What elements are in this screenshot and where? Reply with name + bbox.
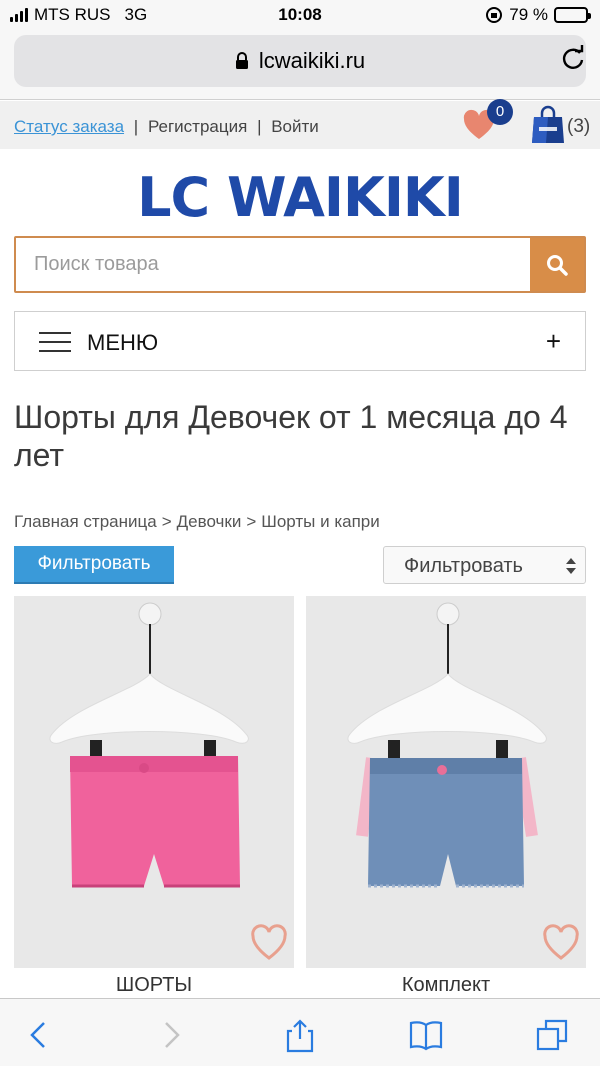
wishlist-count-badge: 0 — [487, 99, 513, 125]
url-text: lcwaikiki.ru — [258, 48, 366, 73]
product-name[interactable]: Комплект — [306, 974, 586, 997]
product-card[interactable] — [306, 596, 586, 968]
status-bar: MTS RUS 3G 10:08 79 % — [0, 0, 600, 30]
product-name[interactable]: ШОРТЫ — [14, 974, 294, 997]
login-link[interactable]: Войти — [271, 117, 319, 136]
breadcrumb-separator: > — [246, 512, 257, 531]
account-links: Статус заказа | Регистрация | Войти — [14, 117, 319, 137]
register-link[interactable]: Регистрация — [148, 117, 247, 136]
order-status-link[interactable]: Статус заказа — [14, 117, 124, 136]
address-bar[interactable]: lcwaikiki.ru — [14, 35, 586, 87]
hamburger-icon — [39, 332, 71, 352]
breadcrumb-home[interactable]: Главная страница — [14, 512, 157, 531]
search-icon — [547, 254, 568, 276]
add-to-wishlist-heart-icon[interactable] — [250, 924, 288, 962]
link-separator: | — [133, 117, 139, 136]
tabs-icon[interactable] — [534, 1017, 570, 1053]
breadcrumb-girls[interactable]: Девочки — [177, 512, 242, 531]
back-icon[interactable] — [22, 1017, 58, 1053]
brand-logo[interactable]: LC WAIKIKI — [0, 166, 600, 229]
product-image[interactable] — [306, 596, 586, 968]
breadcrumb-separator: > — [161, 512, 172, 531]
bookmarks-icon[interactable] — [408, 1017, 444, 1053]
reload-icon[interactable] — [558, 44, 588, 74]
battery-icon — [554, 7, 591, 23]
screen: MTS RUS 3G 10:08 79 % lcwaikiki.ru Стату… — [0, 0, 600, 1066]
breadcrumb-current[interactable]: Шорты и капри — [261, 512, 380, 531]
plus-icon: + — [545, 326, 561, 356]
sort-select[interactable]: Фильтровать — [383, 546, 586, 584]
browser-toolbar — [0, 998, 600, 1066]
search-button[interactable] — [530, 238, 584, 291]
product-image[interactable] — [14, 596, 294, 968]
share-icon[interactable] — [282, 1017, 318, 1053]
battery-percent: 79 % — [509, 5, 548, 24]
filter-button[interactable]: Фильтровать — [14, 546, 174, 584]
select-arrows-icon — [566, 558, 576, 574]
logo-text: LC WAIKIKI — [137, 166, 464, 229]
status-right: 79 % — [485, 5, 591, 25]
product-card[interactable] — [14, 596, 294, 968]
breadcrumb: Главная страница > Девочки > Шорты и капри — [14, 512, 380, 532]
forward-icon[interactable] — [152, 1017, 188, 1053]
shopping-bag-icon[interactable] — [530, 105, 566, 145]
browser-address-area: lcwaikiki.ru — [0, 30, 600, 100]
search-box — [14, 236, 586, 293]
add-to-wishlist-heart-icon[interactable] — [542, 924, 580, 962]
page-title: Шорты для Девочек от 1 месяца до 4 лет — [14, 399, 568, 473]
lock-icon — [235, 52, 248, 69]
cart-count: (3) — [567, 116, 591, 137]
link-separator: | — [257, 117, 262, 136]
sort-select-value: Фильтровать — [404, 555, 523, 577]
menu-label: МЕНЮ — [87, 330, 159, 355]
orientation-lock-icon — [486, 7, 503, 23]
menu-toggle[interactable]: МЕНЮ + — [14, 311, 586, 371]
search-input[interactable] — [16, 238, 530, 291]
